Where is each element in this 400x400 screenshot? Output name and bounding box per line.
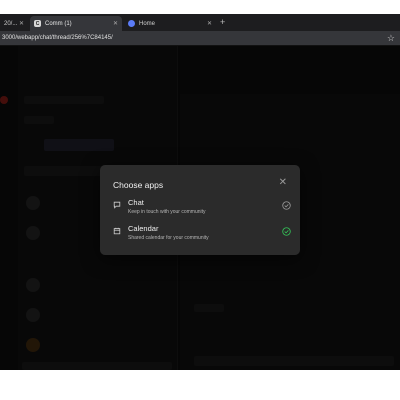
tab-label: Comm (1) — [45, 20, 72, 27]
new-tab-icon[interactable]: + — [220, 17, 225, 27]
close-tab-icon[interactable]: ✕ — [113, 20, 118, 27]
choose-apps-dialog: Choose apps ✕ Chat Keep in touch with yo… — [100, 165, 300, 255]
app-option-calendar[interactable]: Calendar Shared calendar for your commun… — [113, 224, 291, 246]
tab-3[interactable]: Home ✕ — [124, 16, 216, 31]
calendar-icon — [113, 227, 121, 235]
tab-1[interactable]: 20/... ✕ — [0, 16, 28, 31]
close-tab-icon[interactable]: ✕ — [19, 20, 24, 27]
app-name: Calendar — [128, 224, 159, 233]
app-favicon-icon: C — [34, 20, 41, 27]
home-favicon-icon — [128, 20, 135, 27]
tab-label: 20/... — [4, 20, 18, 27]
tab-label: Home — [139, 20, 156, 27]
close-tab-icon[interactable]: ✕ — [207, 20, 212, 27]
tab-bar: 20/... ✕ C Comm (1) ✕ Home ✕ + — [0, 14, 400, 31]
app-description: Shared calendar for your community — [128, 235, 209, 241]
app-option-chat[interactable]: Chat Keep in touch with your community — [113, 198, 291, 220]
close-icon[interactable]: ✕ — [279, 178, 287, 188]
browser-window: 20/... ✕ C Comm (1) ✕ Home ✕ + 3000/weba… — [0, 14, 400, 370]
dialog-title: Choose apps — [113, 180, 164, 190]
bookmark-star-icon[interactable]: ☆ — [387, 33, 395, 44]
tab-2[interactable]: C Comm (1) ✕ — [30, 16, 122, 31]
app-name: Chat — [128, 198, 144, 207]
unchecked-circle-icon[interactable] — [282, 201, 291, 210]
address-bar[interactable]: 3000/webapp/chat/thread/256%7C84145/ ☆ — [0, 31, 400, 46]
checked-circle-icon[interactable] — [282, 227, 291, 236]
app-description: Keep in touch with your community — [128, 209, 206, 215]
url-text[interactable]: 3000/webapp/chat/thread/256%7C84145/ — [2, 35, 113, 41]
chat-bubble-icon — [113, 201, 121, 209]
